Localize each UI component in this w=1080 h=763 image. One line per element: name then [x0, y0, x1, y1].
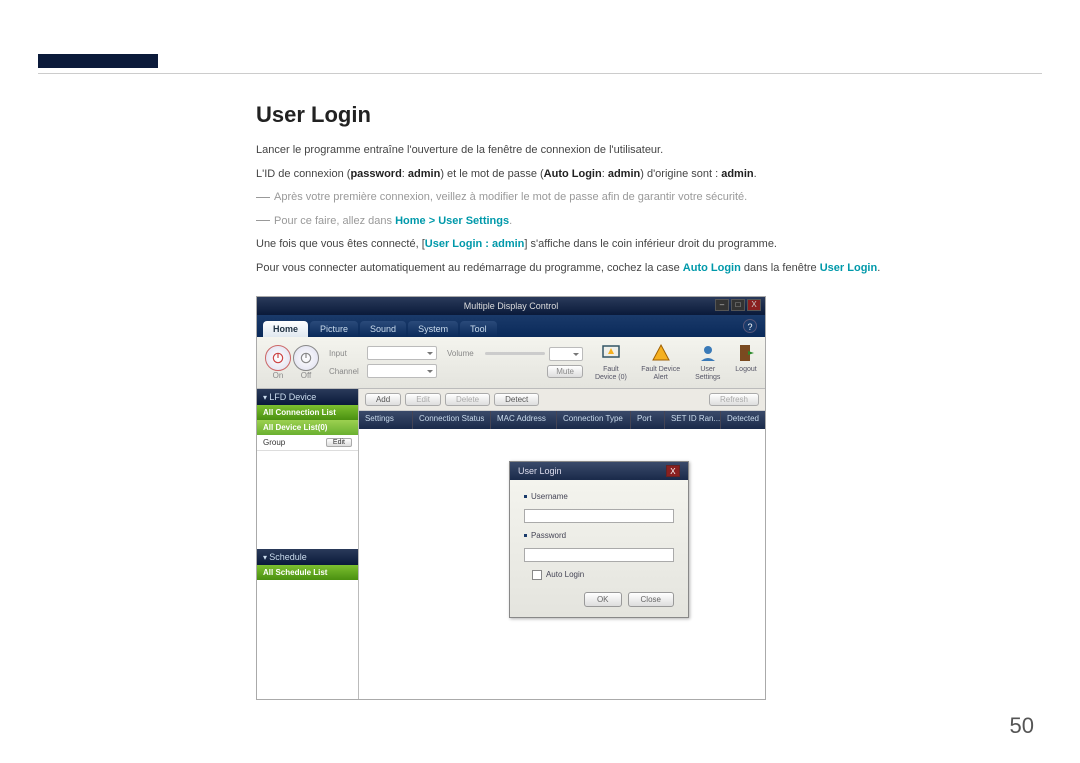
- sidebar-all-device[interactable]: All Device List(0): [257, 420, 358, 435]
- toolbar: On Off Input Channel: [257, 337, 765, 389]
- main-area: Add Edit Delete Detect Refresh Settings …: [359, 389, 765, 699]
- label-off: Off: [301, 371, 312, 380]
- sidebar-blank-area: [257, 451, 358, 550]
- detect-button[interactable]: Detect: [494, 393, 539, 406]
- sidebar-group-label: Group: [263, 438, 285, 447]
- action-row: Add Edit Delete Detect Refresh: [359, 389, 765, 411]
- bullet-icon: [524, 534, 527, 537]
- power-icon: [271, 351, 285, 365]
- tab-home[interactable]: Home: [263, 321, 308, 337]
- app-titlebar: Multiple Display Control – □ X: [257, 297, 765, 315]
- username-input[interactable]: [524, 509, 674, 523]
- volume-slider[interactable]: [485, 348, 545, 360]
- sidebar-all-connection[interactable]: All Connection List: [257, 405, 358, 420]
- sidebar-lfd-section[interactable]: LFD Device: [257, 389, 358, 405]
- window-close-button[interactable]: X: [747, 299, 761, 311]
- page-title: User Login: [256, 102, 1030, 128]
- password-label: Password: [531, 531, 581, 540]
- sidebar: LFD Device All Connection List All Devic…: [257, 389, 359, 699]
- logout-button[interactable]: Logout: [735, 342, 757, 381]
- app-title: Multiple Display Control: [464, 301, 559, 311]
- tab-sound[interactable]: Sound: [360, 321, 406, 337]
- paragraph-autologin: Pour vous connecter automatiquement au r…: [256, 260, 1030, 278]
- paragraph-credentials: L'ID de connexion (password: admin) et l…: [256, 166, 1030, 184]
- window-maximize-button[interactable]: □: [731, 299, 745, 311]
- sidebar-schedule-section[interactable]: Schedule: [257, 549, 358, 565]
- col-mac[interactable]: MAC Address: [491, 411, 557, 429]
- dialog-titlebar: User Login X: [510, 462, 688, 480]
- refresh-button[interactable]: Refresh: [709, 393, 759, 406]
- dialog-close-button[interactable]: X: [666, 465, 680, 477]
- dialog-close-btn[interactable]: Close: [628, 592, 674, 607]
- monitor-warning-icon: [601, 343, 621, 363]
- dialog-ok-button[interactable]: OK: [584, 592, 622, 607]
- note-security: Après votre première connexion, veillez …: [256, 189, 1030, 207]
- username-label: Username: [531, 492, 581, 501]
- document-body: User Login Lancer le programme entraîne …: [256, 102, 1030, 700]
- delete-button[interactable]: Delete: [445, 393, 490, 406]
- help-icon[interactable]: ?: [743, 319, 757, 333]
- col-setid[interactable]: SET ID Ran...: [665, 411, 721, 429]
- input-dropdown[interactable]: [367, 346, 437, 360]
- col-connstatus[interactable]: Connection Status: [413, 411, 491, 429]
- header-accent-bar: [38, 54, 158, 68]
- col-port[interactable]: Port: [631, 411, 665, 429]
- mute-button[interactable]: Mute: [547, 365, 583, 378]
- label-volume: Volume: [447, 349, 481, 358]
- channel-dropdown[interactable]: [367, 364, 437, 378]
- sidebar-all-schedule[interactable]: All Schedule List: [257, 565, 358, 580]
- table-header: Settings Connection Status MAC Address C…: [359, 411, 765, 429]
- col-detected[interactable]: Detected: [721, 411, 765, 429]
- user-icon: [698, 343, 718, 363]
- tab-picture[interactable]: Picture: [310, 321, 358, 337]
- page-number: 50: [1010, 713, 1034, 739]
- autologin-checkbox[interactable]: [532, 570, 542, 580]
- user-settings-button[interactable]: User Settings: [693, 342, 723, 381]
- col-settings[interactable]: Settings: [359, 411, 413, 429]
- table-body: User Login X Username Password: [359, 429, 765, 699]
- header-divider: [38, 73, 1042, 74]
- tab-system[interactable]: System: [408, 321, 458, 337]
- power-off-icon: [299, 351, 313, 365]
- sidebar-group-row: Group Edit: [257, 435, 358, 451]
- paragraph-intro: Lancer le programme entraîne l'ouverture…: [256, 142, 1030, 160]
- door-icon: [736, 343, 756, 363]
- note-path: Pour ce faire, allez dans Home > User Se…: [256, 213, 1030, 231]
- window-minimize-button[interactable]: –: [715, 299, 729, 311]
- warning-icon: [651, 343, 671, 363]
- add-button[interactable]: Add: [365, 393, 401, 406]
- tab-tool[interactable]: Tool: [460, 321, 497, 337]
- paragraph-loggedin: Une fois que vous êtes connecté, [User L…: [256, 236, 1030, 254]
- dialog-body: Username Password Auto Login: [510, 480, 688, 617]
- autologin-label: Auto Login: [546, 570, 584, 579]
- password-input[interactable]: [524, 548, 674, 562]
- volume-value[interactable]: [549, 347, 583, 361]
- edit-button[interactable]: Edit: [405, 393, 441, 406]
- sidebar-edit-button[interactable]: Edit: [326, 438, 352, 447]
- app-tabbar: Home Picture Sound System Tool ?: [257, 315, 765, 337]
- label-channel: Channel: [329, 367, 363, 376]
- sidebar-blank-area-2: [257, 580, 358, 698]
- fault-device-button[interactable]: Fault Device (0): [593, 342, 629, 381]
- power-off-button[interactable]: [293, 345, 319, 371]
- bullet-icon: [524, 495, 527, 498]
- power-on-button[interactable]: [265, 345, 291, 371]
- col-conntype[interactable]: Connection Type: [557, 411, 631, 429]
- label-on: On: [273, 371, 284, 380]
- workspace: LFD Device All Connection List All Devic…: [257, 389, 765, 699]
- login-dialog: User Login X Username Password: [509, 461, 689, 618]
- dialog-title-text: User Login: [518, 466, 562, 476]
- label-input: Input: [329, 349, 363, 358]
- fault-alert-button[interactable]: Fault Device Alert: [641, 342, 681, 381]
- app-window: Multiple Display Control – □ X Home Pict…: [256, 296, 766, 700]
